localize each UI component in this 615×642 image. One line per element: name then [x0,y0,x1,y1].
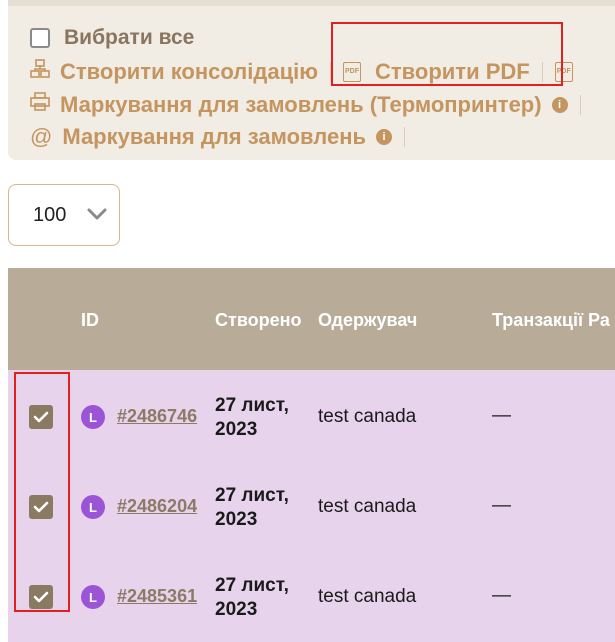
created-date-line: 27 лист, [215,485,289,506]
created-date-year: 2023 [215,599,258,620]
table-header: ID Створено Одержувач Транзакції Ра [8,268,615,370]
printer-icon [30,92,50,118]
status-badge: L [81,495,105,519]
info-icon[interactable]: i [376,129,393,145]
status-badge: L [81,405,105,429]
per-page-value: 100 [33,203,67,226]
checkbox-empty-icon [30,28,50,48]
orders-table: ID Створено Одержувач Транзакції Ра L #2… [8,268,615,642]
chevron-down-icon [87,204,107,227]
highlight-box-checkboxes [14,372,70,612]
table-row: L #2486204 27 лист, 2023 test canada — [8,462,615,552]
created-date-year: 2023 [215,509,258,530]
transactions-value: — [492,405,511,426]
created-date: 27 лист, 2023 [215,394,289,442]
table-row: L #2486746 27 лист, 2023 test canada — [8,372,615,462]
created-date-line: 27 лист, [215,395,289,416]
column-header-transactions[interactable]: Транзакції Ра [492,310,610,331]
column-header-created[interactable]: Створено [215,310,302,331]
at-sign-icon: @ [30,124,53,149]
status-badge: L [81,585,105,609]
created-date: 27 лист, 2023 [215,574,289,622]
transactions-value: — [492,585,511,606]
order-label-button[interactable]: Маркування для замовлень [62,124,366,150]
divider [404,127,406,147]
recipient-name: test canada [318,406,417,427]
highlight-box-create-pdf [331,22,563,86]
transactions-value: — [492,495,511,516]
order-id-link[interactable]: #2486746 [117,406,197,427]
select-all-label: Вибрати все [64,26,195,49]
consolidation-icon [30,59,50,85]
created-date-year: 2023 [215,419,258,440]
create-consolidation-button[interactable]: Створити консолідацію [60,59,318,85]
recipient-name: test canada [318,586,417,607]
column-header-recipient[interactable]: Одержувач [318,310,417,331]
created-date-line: 27 лист, [215,575,289,596]
column-header-id[interactable]: ID [81,310,99,331]
created-date: 27 лист, 2023 [215,484,289,532]
recipient-name: test canada [318,496,417,517]
thermal-label-button[interactable]: Маркування для замовлень (Термопринтер) [60,92,542,118]
select-all-checkbox[interactable]: Вибрати все [30,26,194,50]
order-id-link[interactable]: #2486204 [117,496,197,517]
divider [579,95,581,115]
table-body: L #2486746 27 лист, 2023 test canada — L… [8,370,615,642]
info-icon[interactable]: i [551,97,568,113]
order-id-link[interactable]: #2485361 [117,586,197,607]
table-row: L #2485361 27 лист, 2023 test canada — [8,552,615,642]
per-page-select[interactable]: 100 [8,184,120,246]
